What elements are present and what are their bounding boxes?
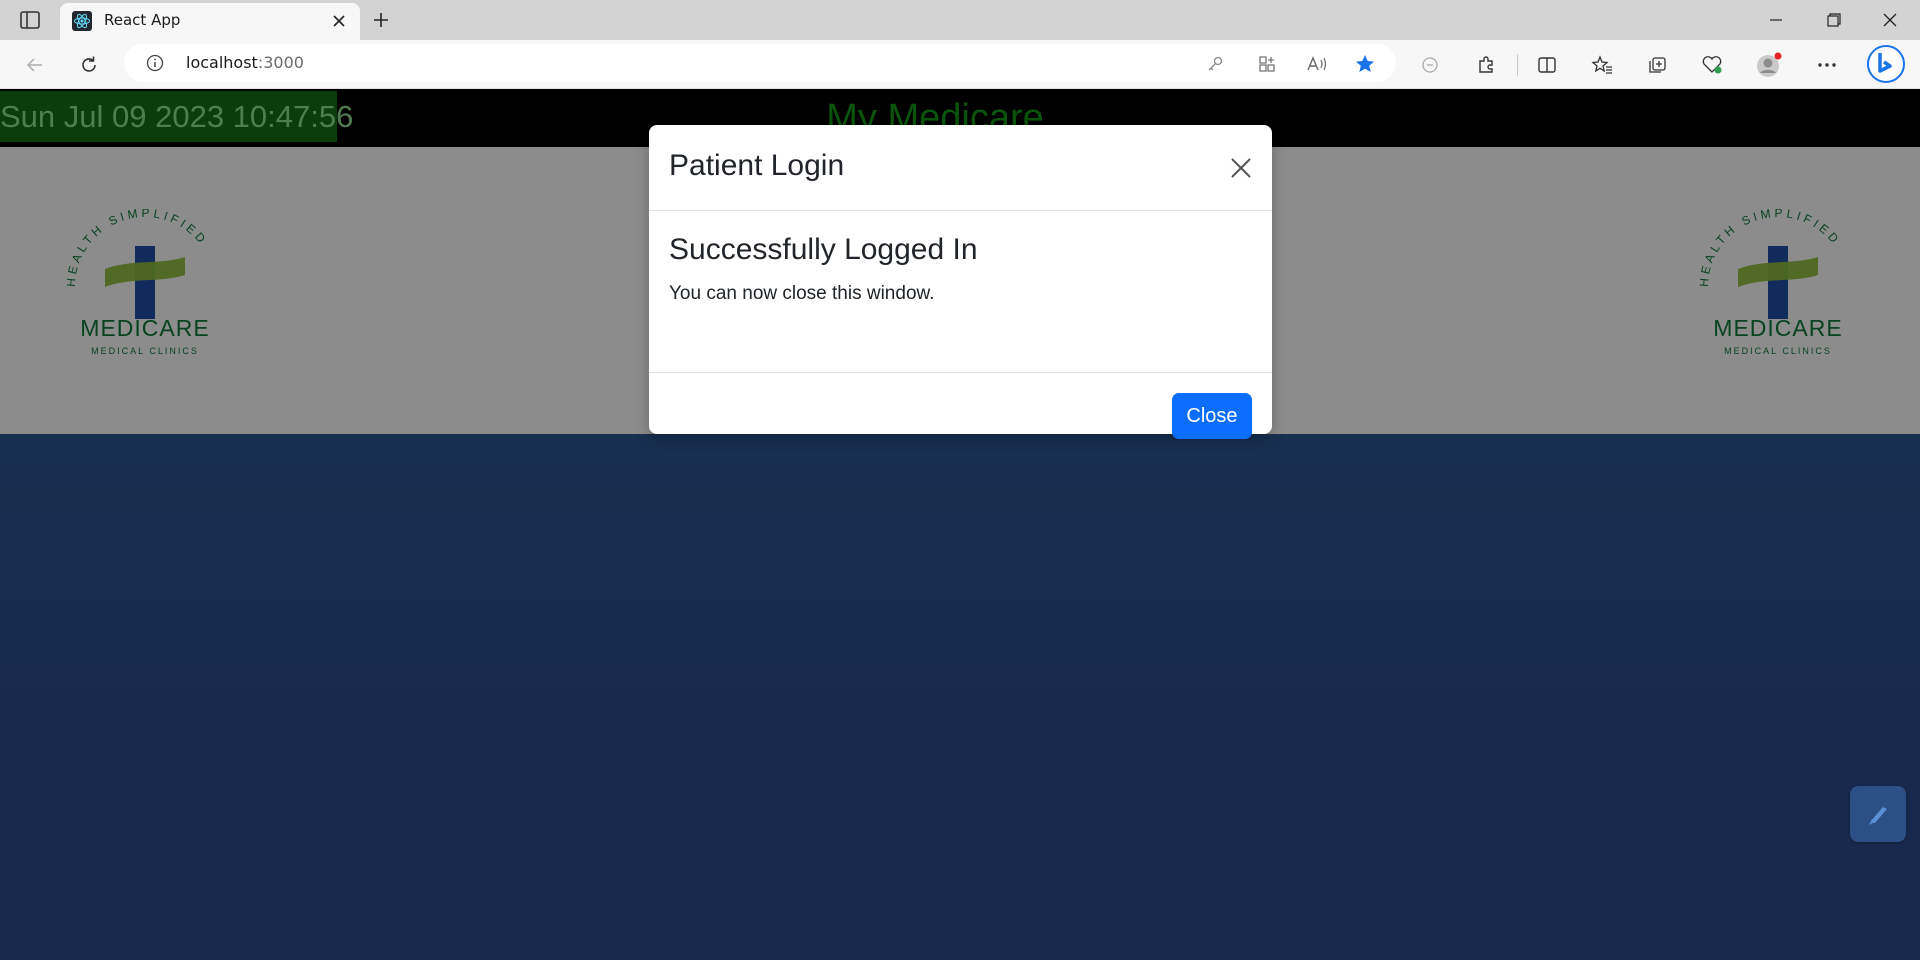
apps-icon[interactable] — [1254, 51, 1280, 77]
new-tab-icon[interactable] — [368, 7, 394, 33]
star-icon[interactable] — [1352, 51, 1378, 77]
browser-essentials-icon[interactable] — [1699, 52, 1725, 78]
read-aloud-icon[interactable] — [1304, 51, 1330, 77]
success-heading: Successfully Logged In — [669, 233, 978, 266]
info-icon[interactable] — [146, 54, 164, 72]
browser-toolbar: localhost:3000 — [0, 40, 1920, 89]
restore-icon[interactable] — [1806, 0, 1862, 40]
profile-avatar-icon[interactable] — [1756, 52, 1782, 78]
url-text: localhost:3000 — [186, 53, 304, 72]
tab-close-icon[interactable] — [328, 10, 350, 32]
toolbar-separator — [1517, 54, 1518, 76]
react-icon — [72, 11, 92, 31]
success-message: You can now close this window. — [669, 283, 935, 304]
collections-icon[interactable] — [1644, 52, 1670, 78]
patient-login-modal: Patient Login Successfully Logged In You… — [649, 125, 1272, 439]
browser-tab-bar: React App — [0, 0, 1920, 40]
floating-edit-icon[interactable] — [1850, 786, 1906, 842]
modal-header: Patient Login — [649, 125, 1272, 211]
modal-footer: Close — [649, 372, 1272, 439]
refresh-icon[interactable] — [76, 52, 102, 78]
window-close-icon[interactable] — [1862, 0, 1918, 40]
sync-icon[interactable] — [1417, 52, 1443, 78]
tab-actions-icon[interactable] — [18, 8, 42, 32]
more-icon[interactable] — [1814, 52, 1840, 78]
favorites-icon[interactable] — [1589, 52, 1615, 78]
modal-title: Patient Login — [669, 149, 845, 182]
back-arrow-icon[interactable] — [22, 52, 48, 78]
split-screen-icon[interactable] — [1534, 52, 1560, 78]
puzzle-icon[interactable] — [1473, 52, 1499, 78]
url-port: :3000 — [257, 53, 304, 72]
close-icon[interactable] — [1228, 155, 1254, 181]
close-button[interactable]: Close — [1172, 393, 1252, 439]
url-host: localhost — [186, 53, 258, 72]
address-bar[interactable]: localhost:3000 — [124, 44, 1396, 82]
modal-body: Successfully Logged In You can now close… — [649, 211, 1272, 372]
copilot-icon[interactable] — [1866, 44, 1906, 84]
tab-title: React App — [104, 11, 181, 29]
minimize-icon[interactable] — [1748, 0, 1804, 40]
browser-tab-active[interactable]: React App — [60, 3, 360, 40]
password-key-icon[interactable] — [1202, 51, 1228, 77]
